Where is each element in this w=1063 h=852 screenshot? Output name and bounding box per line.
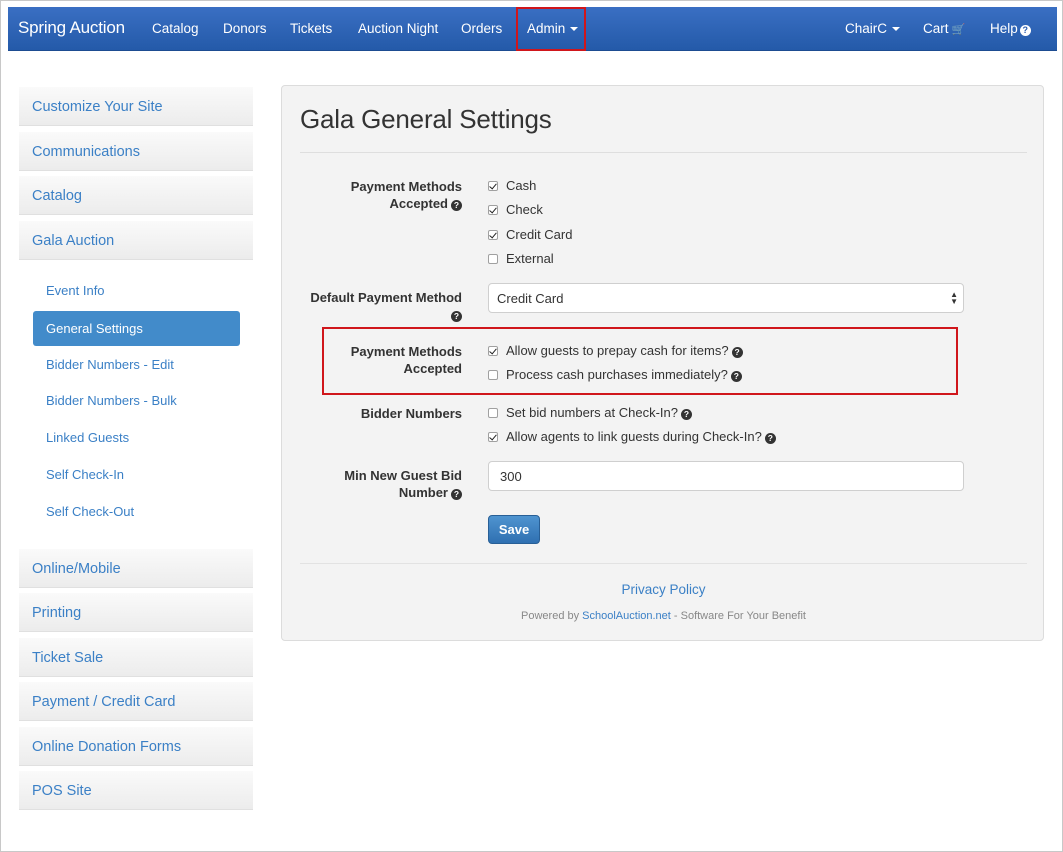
payment-methods-2-label: Payment Methods Accepted [262,343,462,377]
question-circle-icon: ? [1019,25,1031,36]
question-circle-icon[interactable]: ? [680,409,692,420]
shopping-cart-icon: 🛒 [951,24,966,36]
min-guest-bid-input[interactable]: 300 [488,461,964,491]
bidder-numbers-label: Bidder Numbers [360,406,462,421]
set-bid-numbers-option[interactable]: Set bid numbers at Check-In?? [488,405,692,423]
payment-methods-label-line2: Accepted [389,196,448,211]
sidebar-item-online-mobile[interactable]: Online/Mobile [19,549,253,588]
checkbox-external[interactable] [488,254,498,264]
caret-down-icon [892,27,901,32]
checkbox-label: Set bid numbers at Check-In? [506,405,678,420]
payment-external-option[interactable]: External [488,251,554,269]
nav-help[interactable]: Help? [990,21,1031,36]
select-arrows-icon: ▲ ▼ [950,290,958,306]
checkbox-cash[interactable] [488,181,498,191]
nav-cart-label: Cart [923,21,949,36]
submenu-item-bidder-numbers-bulk[interactable]: Bidder Numbers - Bulk [33,383,240,418]
checkbox-label: Cash [506,178,537,193]
checkbox-label: Allow agents to link guests during Check… [506,429,762,444]
min-guest-bid-label-line1: Min New Guest Bid [344,468,462,483]
default-payment-value: Credit Card [497,291,564,306]
checkbox-credit-card[interactable] [488,230,498,240]
payment-cash-option[interactable]: Cash [488,178,536,196]
nav-help-label: Help [990,21,1018,36]
submenu-item-event-info[interactable]: Event Info [33,273,240,308]
sidebar-item-communications[interactable]: Communications [19,132,253,171]
default-payment-select[interactable]: Credit Card ▲ ▼ [488,283,964,313]
nav-user-dropdown[interactable]: ChairC [845,21,901,36]
nav-cart[interactable]: Cart 🛒 [923,21,965,36]
brand-link[interactable]: Spring Auction [18,18,125,38]
powered-suffix: - Software For Your Benefit [670,610,806,622]
payment-check-option[interactable]: Check [488,202,543,220]
sidebar-item-catalog[interactable]: Catalog [19,176,253,215]
nav-auction-night[interactable]: Auction Night [358,21,438,36]
submenu-item-bidder-numbers-edit[interactable]: Bidder Numbers - Edit [33,347,240,382]
title-divider [300,152,1027,153]
checkbox-label: Check [506,202,543,217]
prepay-cash-option[interactable]: Allow guests to prepay cash for items?? [488,343,743,361]
default-payment-label: Default Payment Method ? [262,289,462,323]
process-cash-option[interactable]: Process cash purchases immediately?? [488,367,742,385]
powered-prefix: Powered by [521,610,583,622]
privacy-policy-link[interactable]: Privacy Policy [282,582,1045,597]
default-payment-label-text: Default Payment Method [310,290,462,305]
app-frame: Spring Auction Catalog Donors Tickets Au… [0,0,1063,852]
powered-by-text: Powered by SchoolAuction.net - Software … [282,610,1045,622]
checkbox-label: Credit Card [506,227,573,242]
sidebar-item-printing[interactable]: Printing [19,593,253,632]
schoolauction-link[interactable]: SchoolAuction.net [582,610,671,622]
settings-panel: Gala General Settings Payment Methods Ac… [281,85,1044,641]
payment-methods-2-label-line2: Accepted [403,361,462,376]
question-circle-icon[interactable]: ? [731,347,743,358]
nav-orders[interactable]: Orders [461,21,502,36]
footer-divider [300,563,1027,564]
sidebar-item-ticket-sale[interactable]: Ticket Sale [19,638,253,677]
nav-user-label: ChairC [845,21,888,36]
payment-methods-label: Payment Methods Accepted? [262,178,462,212]
admin-highlight-box [516,7,586,51]
page-title: Gala General Settings [300,104,552,134]
submenu-item-self-check-in[interactable]: Self Check-In [33,457,240,492]
checkbox-link-guests[interactable] [488,432,498,442]
payment-credit-card-option[interactable]: Credit Card [488,227,572,245]
save-button[interactable]: Save [488,515,540,544]
checkbox-label: Process cash purchases immediately? [506,367,728,382]
submenu-item-linked-guests[interactable]: Linked Guests [33,420,240,455]
checkbox-process-cash[interactable] [488,370,498,380]
min-guest-bid-label: Min New Guest Bid Number? [262,467,462,501]
payment-methods-label-line1: Payment Methods [350,179,462,194]
sidebar-item-customize-your-site[interactable]: Customize Your Site [19,87,253,126]
question-circle-icon[interactable]: ? [764,433,776,444]
nav-tickets[interactable]: Tickets [290,21,332,36]
nav-catalog[interactable]: Catalog [152,21,199,36]
sidebar-item-gala-auction[interactable]: Gala Auction [19,221,253,260]
question-circle-icon[interactable]: ? [451,200,462,211]
link-guests-option[interactable]: Allow agents to link guests during Check… [488,429,776,447]
gala-auction-submenu: Event Info General Settings Bidder Numbe… [19,261,253,544]
sidebar-item-payment-credit-card[interactable]: Payment / Credit Card [19,682,253,721]
checkbox-check[interactable] [488,205,498,215]
sidebar-item-online-donation-forms[interactable]: Online Donation Forms [19,727,253,766]
submenu-item-general-settings[interactable]: General Settings [33,311,240,346]
payment-methods-2-label-line1: Payment Methods [350,344,462,359]
sidebar-item-pos-site[interactable]: POS Site [19,771,253,810]
nav-donors[interactable]: Donors [223,21,267,36]
question-circle-icon[interactable]: ? [451,489,462,500]
checkbox-label: Allow guests to prepay cash for items? [506,343,729,358]
checkbox-set-bid-numbers[interactable] [488,408,498,418]
question-circle-icon[interactable]: ? [451,311,462,322]
min-guest-bid-label-line2: Number [398,485,448,500]
submenu-item-self-check-out[interactable]: Self Check-Out [33,494,240,529]
checkbox-label: External [506,251,554,266]
checkbox-prepay-cash[interactable] [488,346,498,356]
question-circle-icon[interactable]: ? [730,371,742,382]
